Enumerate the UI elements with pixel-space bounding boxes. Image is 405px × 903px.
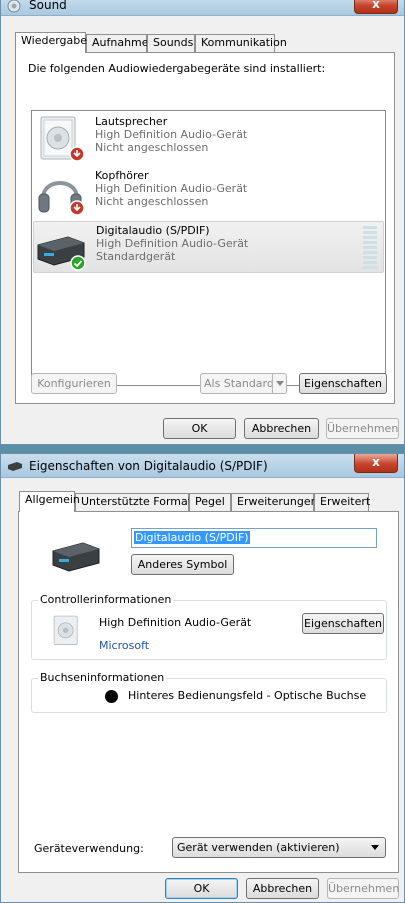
disconnected-icon	[69, 200, 85, 216]
properties-window-title: Eigenschaften von Digitalaudio (S/PDIF)	[29, 459, 268, 473]
device-name-value: Digitalaudio (S/PDIF)	[134, 531, 250, 544]
cancel-button[interactable]: Abbrechen	[244, 418, 319, 439]
controller-properties-button[interactable]: Eigenschaften	[302, 613, 384, 634]
jack-info-title: Buchseninformationen	[38, 671, 167, 684]
device-name: Digitalaudio (S/PDIF)	[96, 224, 210, 237]
controller-info-group: Controllerinformationen High Definition …	[31, 593, 387, 660]
tab-wiedergabe[interactable]: Wiedergabe	[15, 32, 87, 53]
set-default-dropdown[interactable]	[272, 374, 286, 393]
ok-button[interactable]: OK	[163, 418, 236, 439]
list-item[interactable]: Lautsprecher High Definition Audio-Gerät…	[33, 113, 384, 165]
set-default-button[interactable]: Als Standard	[200, 373, 287, 394]
device-name-field[interactable]: Digitalaudio (S/PDIF)	[131, 528, 377, 548]
chevron-down-icon	[276, 381, 284, 386]
properties-close-button[interactable]: x	[354, 454, 398, 473]
properties-tabs: Allgemein Unterstützte Formate Pegel Erw…	[19, 491, 389, 512]
general-panel: Digitalaudio (S/PDIF) Anderes Symbol Con…	[18, 511, 399, 873]
device-description: High Definition Audio-Gerät	[95, 182, 248, 195]
cancel-button[interactable]: Abbrechen	[246, 878, 319, 899]
tab-allgemein[interactable]: Allgemein	[19, 491, 80, 512]
properties-button[interactable]: Eigenschaften	[299, 373, 387, 394]
disconnected-icon	[69, 146, 85, 162]
jack-color-icon	[105, 690, 118, 703]
tab-erweiterungen[interactable]: Erweiterungen	[231, 493, 318, 511]
device-status: Nicht angeschlossen	[95, 141, 209, 154]
configure-button[interactable]: Konfigurieren	[31, 373, 117, 394]
playback-intro-text: Die folgenden Audiowiedergabegeräte sind…	[28, 62, 326, 75]
set-default-label: Als Standard	[204, 377, 274, 390]
device-usage-select[interactable]: Gerät verwenden (aktivieren)	[172, 837, 386, 858]
apply-button[interactable]: Übernehmen	[327, 878, 399, 899]
sound-tabs: Wiedergabe Aufnahme Sounds Kommunikation	[15, 32, 395, 53]
jack-text: Hinteres Bedienungsfeld - Optische Buchs…	[128, 689, 367, 702]
device-usage-label: Geräteverwendung:	[34, 842, 144, 855]
tab-aufnahme[interactable]: Aufnahme	[86, 34, 149, 52]
sound-close-button[interactable]: x	[354, 0, 398, 14]
device-list: Lautsprecher High Definition Audio-Gerät…	[31, 110, 386, 386]
device-description: High Definition Audio-Gerät	[95, 128, 248, 141]
sound-window-title: Sound	[29, 0, 67, 12]
apply-button[interactable]: Übernehmen	[326, 418, 399, 439]
tab-pegel[interactable]: Pegel	[189, 493, 231, 511]
playback-panel: Die folgenden Audiowiedergabegeräte sind…	[15, 52, 395, 404]
speaker-icon	[53, 615, 78, 645]
sound-window: Sound x Wiedergabe Aufnahme Sounds Kommu…	[0, 0, 405, 445]
properties-titlebar[interactable]: Eigenschaften von Digitalaudio (S/PDIF) …	[1, 454, 404, 478]
change-icon-button[interactable]: Anderes Symbol	[131, 554, 234, 575]
device-description: High Definition Audio-Gerät	[96, 237, 249, 250]
device-name: Kopfhörer	[95, 169, 149, 182]
controller-vendor-link[interactable]: Microsoft	[99, 639, 149, 652]
tab-erweitert[interactable]: Erweitert	[314, 493, 370, 511]
ok-button[interactable]: OK	[165, 878, 238, 899]
device-status: Nicht angeschlossen	[95, 195, 209, 208]
tab-unterstuetzte-formate[interactable]: Unterstützte Formate	[75, 493, 199, 511]
properties-window: Eigenschaften von Digitalaudio (S/PDIF) …	[0, 453, 405, 903]
device-name: Lautsprecher	[95, 115, 168, 128]
sound-titlebar[interactable]: Sound x	[1, 0, 404, 16]
device-usage-value: Gerät verwenden (aktivieren)	[177, 841, 340, 854]
tab-sounds[interactable]: Sounds	[147, 34, 195, 52]
controller-name: High Definition Audio-Gerät	[99, 616, 252, 629]
chevron-down-icon	[371, 845, 379, 850]
controller-info-title: Controllerinformationen	[38, 593, 174, 606]
list-item[interactable]: Digitalaudio (S/PDIF) High Definition Au…	[33, 221, 384, 273]
device-status: Standardgerät	[96, 250, 176, 263]
sound-app-icon	[7, 0, 21, 13]
tab-kommunikation[interactable]: Kommunikation	[195, 34, 287, 52]
digital-audio-icon	[52, 542, 100, 572]
list-item[interactable]: Kopfhörer High Definition Audio-Gerät Ni…	[33, 167, 384, 219]
digital-audio-small-icon	[8, 462, 22, 471]
volume-meter	[363, 226, 377, 269]
default-check-icon	[70, 255, 86, 271]
jack-info-group: Buchseninformationen Hinteres Bedienungs…	[31, 671, 387, 713]
